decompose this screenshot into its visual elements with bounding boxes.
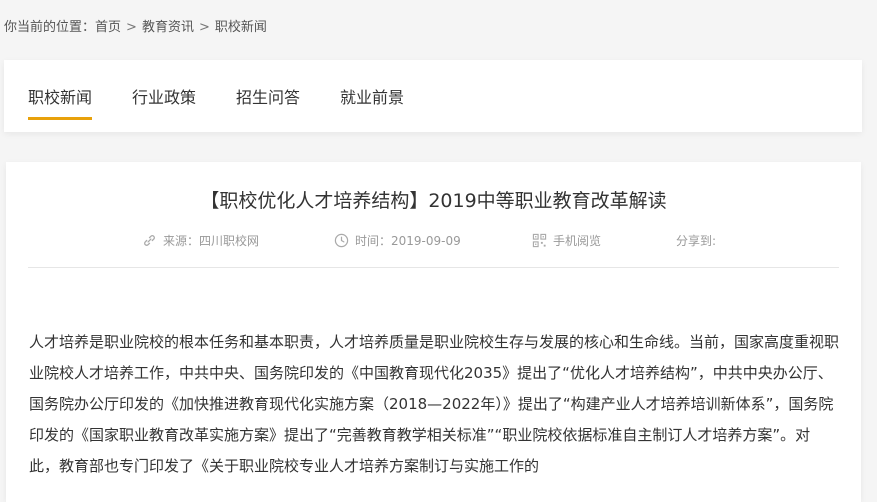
tab-vocational-news[interactable]: 职校新闻 xyxy=(28,84,93,120)
divider xyxy=(28,267,839,268)
breadcrumb-vocational-news-link[interactable]: 职校新闻 xyxy=(215,20,267,35)
link-icon xyxy=(142,233,157,248)
clock-icon xyxy=(334,233,349,248)
source-text: 来源：四川职校网 xyxy=(163,234,260,248)
time-text: 时间：2019-09-09 xyxy=(355,234,461,248)
article-body: 人才培养是职业院校的根本任务和基本职责，人才培养质量是职业院校生存与发展的核心和… xyxy=(29,327,839,482)
mobile-view-link[interactable]: 手机阅览 xyxy=(532,232,601,249)
article-title: 【职校优化人才培养结构】2019中等职业教育改革解读 xyxy=(200,190,667,212)
breadcrumb-home-link[interactable]: 首页 xyxy=(95,20,121,35)
tab-industry-policy[interactable]: 行业政策 xyxy=(132,84,196,117)
breadcrumb-education-news-link[interactable]: 教育资讯 xyxy=(142,20,194,35)
breadcrumb: 你当前的位置：首页 > 教育资讯 > 职校新闻 xyxy=(4,16,267,35)
breadcrumb-separator: > xyxy=(126,20,137,35)
article-paragraph: 人才培养是职业院校的根本任务和基本职责，人才培养质量是职业院校生存与发展的核心和… xyxy=(29,333,840,475)
breadcrumb-prefix: 你当前的位置： xyxy=(4,20,96,35)
share-label: 分享到: xyxy=(676,232,716,249)
qrcode-icon xyxy=(532,233,547,248)
category-tabs: 职校新闻 行业政策 招生问答 就业前景 xyxy=(4,60,862,132)
share-text: 分享到: xyxy=(676,234,717,248)
mobile-view-text: 手机阅览 xyxy=(553,234,602,248)
breadcrumb-separator: > xyxy=(198,20,210,35)
article-card: 【职校优化人才培养结构】2019中等职业教育改革解读 来源：四川职校网 时间：2… xyxy=(6,162,861,502)
article-time: 时间：2019-09-09 xyxy=(334,232,461,249)
tab-employment-prospects[interactable]: 就业前景 xyxy=(340,84,404,117)
tab-admissions-qa[interactable]: 招生问答 xyxy=(236,84,300,117)
article-source: 来源：四川职校网 xyxy=(142,232,259,249)
